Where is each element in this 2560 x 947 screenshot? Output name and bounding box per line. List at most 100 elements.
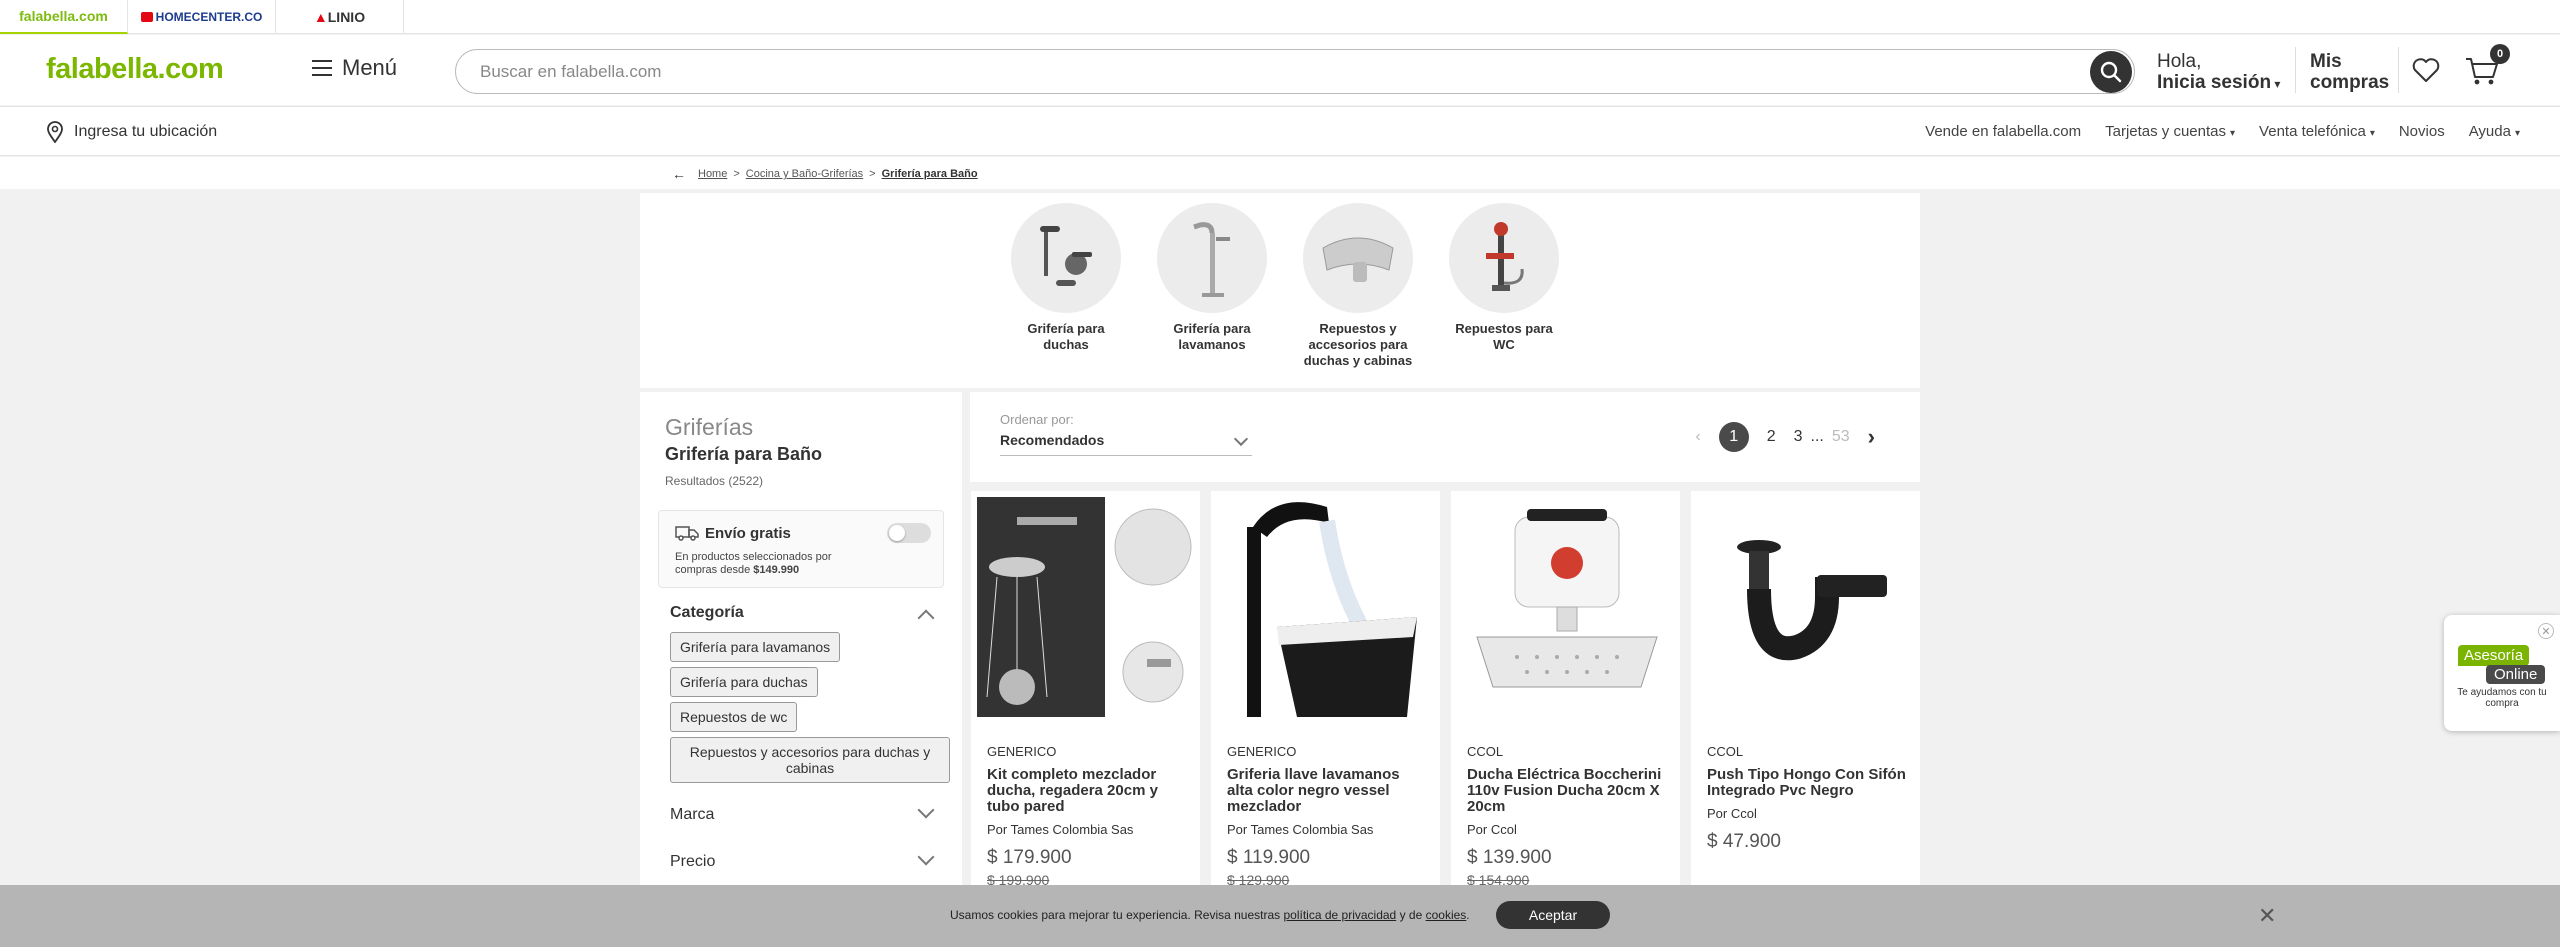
page-3[interactable]: 3 [1794,428,1803,446]
filter-chip[interactable]: Grifería para duchas [670,667,818,697]
search-input[interactable] [480,60,2040,84]
subcategory-repuestos-wc[interactable]: Repuestos para WC [1434,203,1574,353]
subcategory-label: Grifería para [1027,321,1105,336]
chevron-down-icon[interactable] [917,801,935,819]
divider [2295,47,2296,93]
divider [2398,47,2399,93]
brand-strip: falabella.com HOMECENTER.CO ▲ LINIO [0,0,2560,34]
link-venta-label: Venta telefónica [2259,123,2366,140]
product-image[interactable] [1697,497,1914,717]
product-price: $ 119.900 [1227,847,1311,868]
filter-chip[interactable]: Repuestos y accesorios para duchas y cab… [670,737,950,783]
chevron-down-icon: ▾ [2230,128,2236,139]
product-name[interactable]: Push Tipo Hongo Con Sifón Integrado Pvc … [1707,767,1907,799]
product-card[interactable]: GENERICO Kit completo mezclador ducha, r… [971,491,1200,911]
product-brand: CCOL [1467,744,1504,759]
page-last[interactable]: 53 [1832,428,1850,446]
page-ellipsis: ... [1810,428,1824,445]
chevron-down-icon[interactable] [917,848,935,866]
link-tarjetas-label: Tarjetas y cuentas [2105,123,2227,140]
category-filter-heading[interactable]: Categoría [670,604,744,622]
results-count: Resultados (2522) [665,474,764,488]
link-venta-telefonica[interactable]: Venta telefónica ▾ [2259,123,2375,140]
free-shipping-toggle[interactable] [887,523,931,543]
free-shipping-filter: Envío gratis En productos seleccionados … [658,510,944,588]
pagination: ‹ 1 2 3 ... 53 › [1695,422,1875,452]
chevron-down-icon: ▾ [2514,128,2520,139]
page-1[interactable]: 1 [1718,422,1749,452]
breadcrumb-cocina[interactable]: Cocina y Baño-Griferías [746,168,863,180]
main-header: falabella.com Menú Hola, Inicia sesión ▾… [0,35,2560,105]
price-filter-heading[interactable]: Precio [670,853,715,871]
product-card[interactable]: CCOL Push Tipo Hongo Con Sifón Integrado… [1691,491,1920,911]
product-price: $ 179.900 [987,847,1072,868]
subcategory-griferia-duchas[interactable]: Grifería para duchas [996,203,1136,353]
free-shipping-amount: $149.990 [753,564,800,576]
wishlist-button[interactable] [2412,57,2440,88]
results-toolbar: Ordenar por: Recomendados ‹ 1 2 3 ... 53… [970,392,1920,482]
link-novios[interactable]: Novios [2399,123,2445,140]
brand-tab-linio-label: LINIO [327,9,366,25]
product-name[interactable]: Kit completo mezclador ducha, regadera 2… [987,767,1187,815]
page-2[interactable]: 2 [1767,428,1776,446]
free-shipping-description: En productos seleccionados por compras d… [675,551,875,577]
sub-navigation: Ingresa tu ubicación Vende en falabella.… [0,106,2560,156]
subcategory-griferia-lavamanos[interactable]: Grifería para lavamanos [1142,203,1282,353]
location-label: Ingresa tu ubicación [74,123,218,140]
filters-panel: Griferías Grifería para Baño Resultados … [640,392,962,892]
product-name[interactable]: Griferia llave lavamanos alta color negr… [1227,767,1427,815]
breadcrumb-separator: > [733,168,740,180]
falabella-logo[interactable]: falabella.com [46,53,224,86]
orders-line1: Mis [2310,51,2342,72]
next-page-icon[interactable]: › [1868,424,1875,450]
subcategory-label: Grifería para [1173,321,1251,336]
link-tarjetas[interactable]: Tarjetas y cuentas ▾ [2105,123,2235,140]
product-name[interactable]: Ducha Eléctrica Boccherini 110v Fusion D… [1467,767,1667,815]
accept-cookies-button[interactable]: Aceptar [1496,901,1610,929]
back-arrow-icon[interactable]: ← [672,166,686,182]
subcategory-label: WC [1493,337,1515,352]
close-icon[interactable]: ✕ [2538,623,2554,639]
category-title: Griferías [665,414,754,440]
cookie-banner: Usamos cookies para mejorar tu experienc… [0,885,2560,947]
prev-page-icon[interactable]: ‹ [1695,428,1700,446]
cart-count-badge: 0 [2490,44,2510,64]
subcategory-label: duchas y cabinas [1303,353,1413,368]
hamburger-icon [312,60,332,76]
brand-tab-linio[interactable]: ▲ LINIO [276,0,404,34]
menu-button[interactable]: Menú [312,55,397,81]
my-orders-link[interactable]: Mis compras [2310,51,2389,93]
brand-tab-homecenter[interactable]: HOMECENTER.CO [128,0,276,34]
close-icon[interactable]: ✕ [2258,903,2276,929]
product-brand: CCOL [1707,744,1744,759]
product-image[interactable] [1457,497,1674,717]
breadcrumb-home[interactable]: Home [698,168,727,180]
location-selector[interactable]: Ingresa tu ubicación [46,121,217,143]
online-advisory-widget[interactable]: ✕ Asesoría Online Te ayudamos con tu com… [2444,615,2560,731]
brand-tab-falabella[interactable]: falabella.com [0,0,128,34]
product-card[interactable]: GENERICO Griferia llave lavamanos alta c… [1211,491,1440,911]
link-ayuda[interactable]: Ayuda ▾ [2469,123,2520,140]
free-shipping-desc-1: En productos seleccionados por [675,551,832,563]
product-seller: Por Ccol [1707,806,1757,821]
login-text: Inicia sesión [2157,72,2272,93]
subcategory-image [1011,203,1121,313]
product-card[interactable]: CCOL Ducha Eléctrica Boccherini 110v Fus… [1451,491,1680,911]
privacy-policy-link[interactable]: política de privacidad [1284,908,1397,922]
product-brand: GENERICO [1227,744,1297,759]
chevron-up-icon[interactable] [917,609,935,627]
product-image[interactable] [1217,497,1434,717]
location-pin-icon [47,121,63,143]
login-menu[interactable]: Hola, Inicia sesión ▾ [2157,51,2280,95]
subcategory-repuestos-duchas[interactable]: Repuestos y accesorios para duchas y cabin… [1288,203,1428,369]
link-vende[interactable]: Vende en falabella.com [1925,123,2081,140]
filter-chip[interactable]: Repuestos de wc [670,702,798,732]
brand-filter-heading[interactable]: Marca [670,806,714,824]
sort-dropdown[interactable]: Recomendados [1000,431,1252,456]
filter-chip[interactable]: Grifería para lavamanos [670,632,841,662]
product-image[interactable] [977,497,1194,717]
search-button[interactable] [2090,51,2132,93]
cookies-link[interactable]: cookies [1426,908,1467,922]
sort-value: Recomendados [1000,432,1105,448]
cookie-text-and: y de [1399,908,1423,922]
